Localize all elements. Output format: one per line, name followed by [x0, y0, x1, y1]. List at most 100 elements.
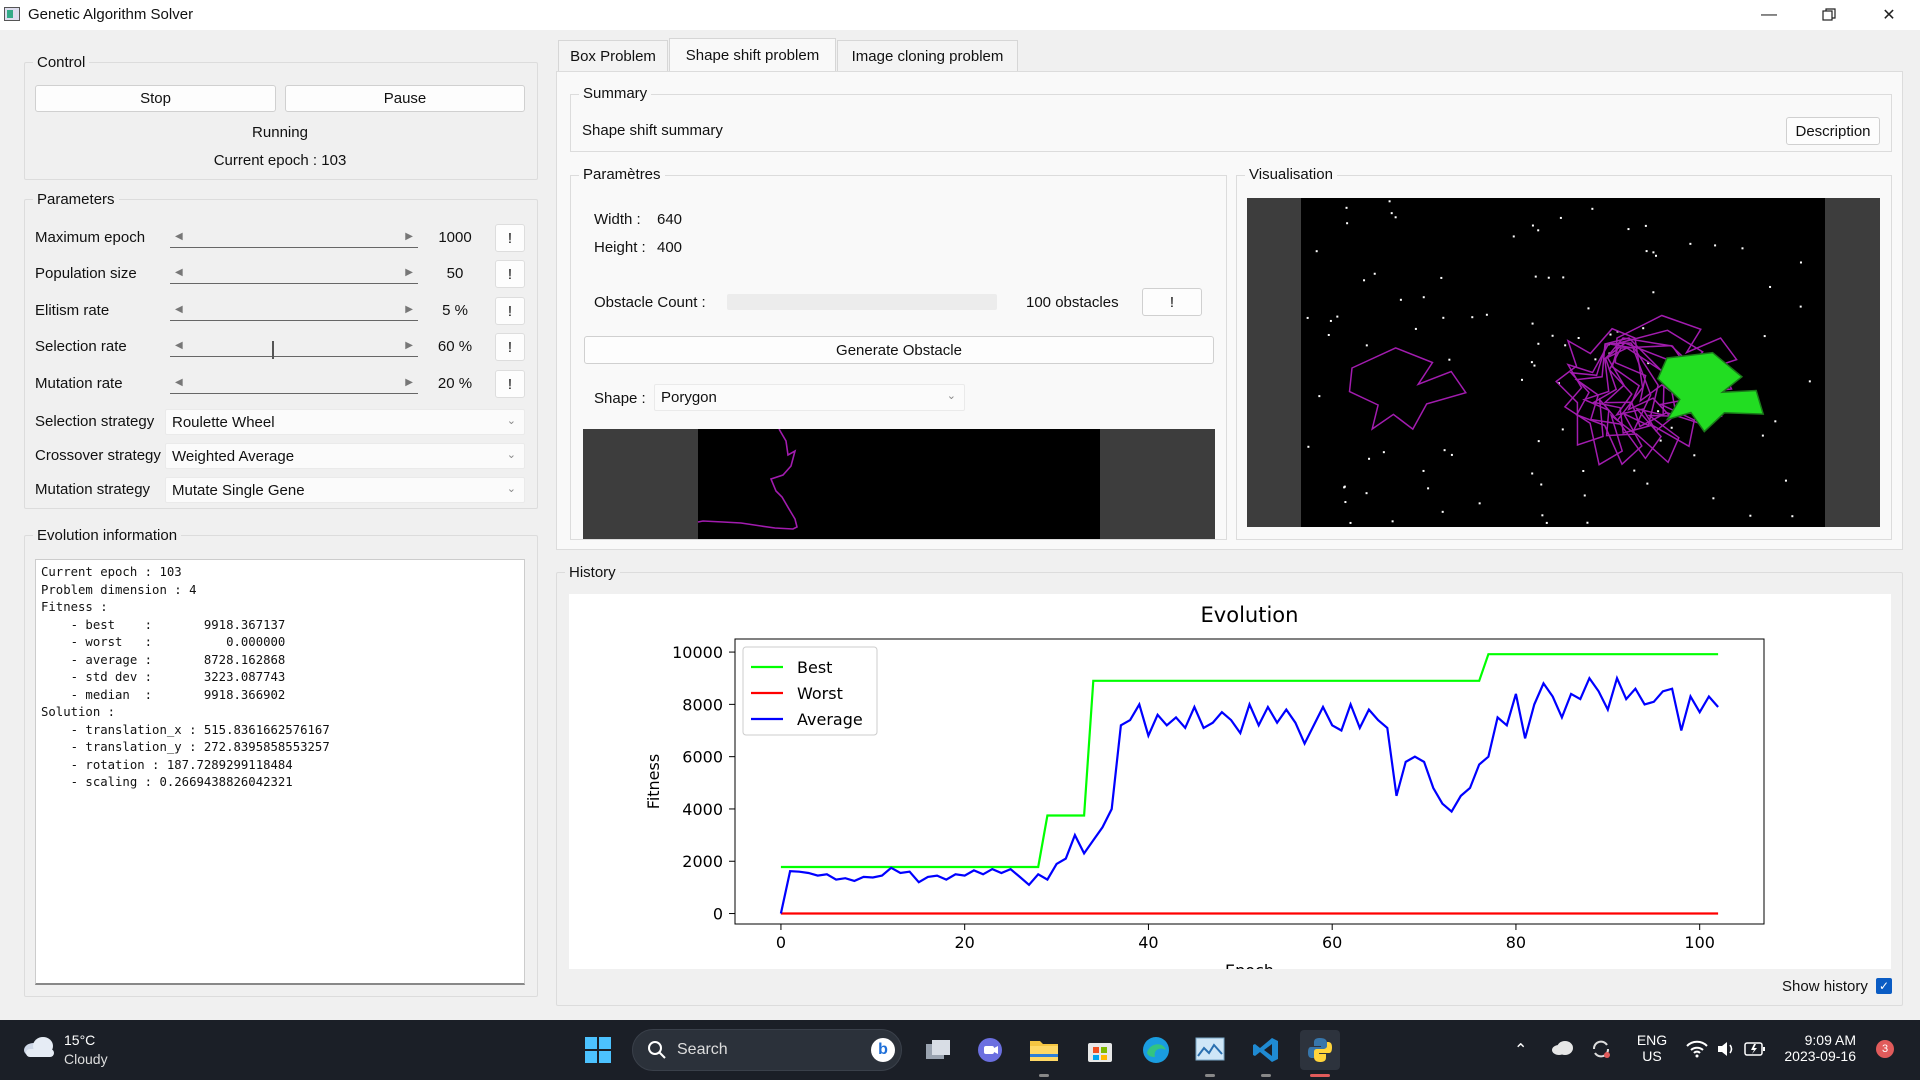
obstacle-point: [1652, 291, 1655, 294]
slider-left-arrow-icon: ◀: [175, 267, 183, 278]
obstacle-point: [1774, 420, 1777, 423]
obstacle-point: [1541, 514, 1544, 517]
crossover-strategy-select[interactable]: Weighted Average ⌄: [165, 443, 525, 469]
population-size-slider[interactable]: ◀ ▶: [170, 267, 418, 284]
chevron-up-icon[interactable]: ⌃: [1514, 1040, 1527, 1060]
bing-icon[interactable]: b: [871, 1038, 895, 1062]
selection-strategy-select[interactable]: Roulette Wheel ⌄: [165, 409, 525, 435]
app-icon: [4, 7, 20, 21]
obstacle-bang-button[interactable]: !: [1142, 288, 1202, 316]
maximum-epoch-slider[interactable]: ◀ ▶: [170, 231, 418, 248]
python-app-icon[interactable]: [1300, 1030, 1340, 1070]
image-viewer-icon[interactable]: [1190, 1030, 1230, 1070]
running-app-indicator: [1261, 1074, 1271, 1077]
obstacle-point: [1594, 358, 1597, 361]
mutation-strategy-label: Mutation strategy: [35, 481, 151, 498]
selection-rate-slider[interactable]: ◀ ▶: [170, 340, 418, 359]
tab-shape-shift-problem[interactable]: Shape shift problem: [669, 38, 836, 72]
show-history-checkbox[interactable]: ✓: [1876, 978, 1892, 994]
mutation-rate-bang-button[interactable]: !: [495, 370, 525, 398]
notification-badge[interactable]: 3: [1876, 1040, 1894, 1058]
elitism-rate-bang-button[interactable]: !: [495, 297, 525, 325]
restore-icon[interactable]: [1806, 0, 1852, 30]
language-indicator[interactable]: ENG US: [1636, 1032, 1668, 1064]
obstacle-count-slider[interactable]: ◀ ▶: [727, 293, 997, 310]
file-explorer-icon[interactable]: [1024, 1030, 1064, 1070]
current-epoch-text: Current epoch : 103: [213, 152, 347, 169]
task-view-icon[interactable]: [918, 1030, 958, 1070]
store-icon[interactable]: [1080, 1030, 1120, 1070]
obstacle-point: [1534, 275, 1537, 278]
obstacle-point: [1344, 501, 1347, 504]
minimize-icon[interactable]: —: [1746, 0, 1792, 30]
maximum-epoch-label: Maximum epoch: [35, 229, 146, 246]
search-icon: [648, 1041, 666, 1059]
tab-image-cloning-problem[interactable]: Image cloning problem: [837, 40, 1018, 71]
height-label: Height :: [594, 239, 646, 256]
selection-rate-slider-handle[interactable]: [272, 341, 274, 359]
stop-button[interactable]: Stop: [35, 85, 276, 112]
pause-button[interactable]: Pause: [285, 85, 525, 112]
edge-browser-icon[interactable]: [1136, 1030, 1176, 1070]
obstacle-point: [1769, 285, 1772, 288]
obstacle-point: [1512, 235, 1515, 238]
shape-params-title: Paramètres: [579, 166, 665, 183]
mutation-strategy-select[interactable]: Mutate Single Gene ⌄: [165, 477, 525, 503]
mutation-rate-slider[interactable]: ◀ ▶: [170, 377, 418, 394]
obstacle-point: [1390, 212, 1393, 215]
selection-rate-bang-button[interactable]: !: [495, 333, 525, 361]
obstacle-point: [1422, 469, 1425, 472]
obstacle-point: [1485, 313, 1488, 316]
obstacle-point: [1545, 521, 1548, 524]
evolution-info-line: - median : 9918.366902: [41, 687, 286, 702]
show-history-label: Show history: [1782, 978, 1868, 995]
population-size-row: Population size ◀ ▶ 50 !: [35, 260, 525, 288]
tab-box-problem[interactable]: Box Problem: [558, 40, 668, 71]
obstacle-point: [1422, 296, 1425, 299]
close-icon[interactable]: ✕: [1866, 0, 1912, 30]
running-app-indicator: [1205, 1074, 1215, 1077]
y-tick-label: 6000: [682, 748, 723, 767]
y-tick-label: 4000: [682, 800, 723, 819]
evolution-info-line: - worst : 0.000000: [41, 635, 286, 649]
obstacle-point: [1791, 515, 1794, 518]
language-bottom: US: [1642, 1048, 1662, 1064]
obstacle-point: [1537, 342, 1540, 345]
obstacle-point: [1654, 254, 1657, 257]
obstacle-point: [1365, 492, 1368, 495]
windows-start-icon[interactable]: [578, 1030, 618, 1070]
obstacle-point: [1627, 228, 1630, 231]
population-size-bang-button[interactable]: !: [495, 260, 525, 288]
evolution-info-line: Fitness :: [41, 600, 108, 614]
weather-temp: 15°C: [64, 1032, 96, 1048]
maximum-epoch-bang-button[interactable]: !: [495, 224, 525, 252]
shape-select[interactable]: Porygon ⌄: [654, 384, 965, 411]
width-label: Width :: [594, 211, 641, 228]
elitism-rate-slider[interactable]: ◀ ▶: [170, 304, 418, 321]
obstacle-point: [1450, 453, 1453, 456]
battery-icon[interactable]: [1744, 1041, 1766, 1061]
wifi-icon[interactable]: [1686, 1040, 1708, 1062]
description-button[interactable]: Description: [1786, 117, 1880, 145]
teams-chat-icon[interactable]: [970, 1030, 1010, 1070]
obstacle-point: [1659, 439, 1662, 442]
evolution-info-line: - std dev : 3223.087743: [41, 670, 286, 684]
vscode-icon[interactable]: [1246, 1030, 1286, 1070]
evolution-info-line: Solution :: [41, 705, 116, 719]
taskbar-search[interactable]: Search b: [632, 1029, 902, 1071]
evolution-chart: Evolution 0 20 40 60 80 100 0 2000 4000 6000 8000 10…: [644, 603, 1765, 969]
obstacle-point: [1414, 327, 1417, 330]
evolution-info-text[interactable]: Current epoch : 103 Problem dimension : 4…: [35, 559, 525, 985]
mutation-rate-label: Mutation rate: [35, 375, 123, 392]
obstacle-point: [1562, 276, 1565, 279]
crossover-strategy-row: Crossover strategy Weighted Average ⌄: [35, 443, 525, 469]
evolution-info-line: - rotation : 187.7289299118484: [41, 757, 293, 772]
onedrive-icon[interactable]: [1550, 1040, 1574, 1060]
clock[interactable]: 9:09 AM 2023-09-16: [1780, 1032, 1856, 1064]
series-line-average: [779, 674, 1719, 914]
sync-icon[interactable]: [1590, 1038, 1612, 1064]
obstacle-point: [1327, 333, 1330, 336]
volume-icon[interactable]: [1716, 1040, 1736, 1062]
obstacle-point: [1642, 327, 1645, 330]
generate-obstacle-button[interactable]: Generate Obstacle: [584, 336, 1214, 364]
